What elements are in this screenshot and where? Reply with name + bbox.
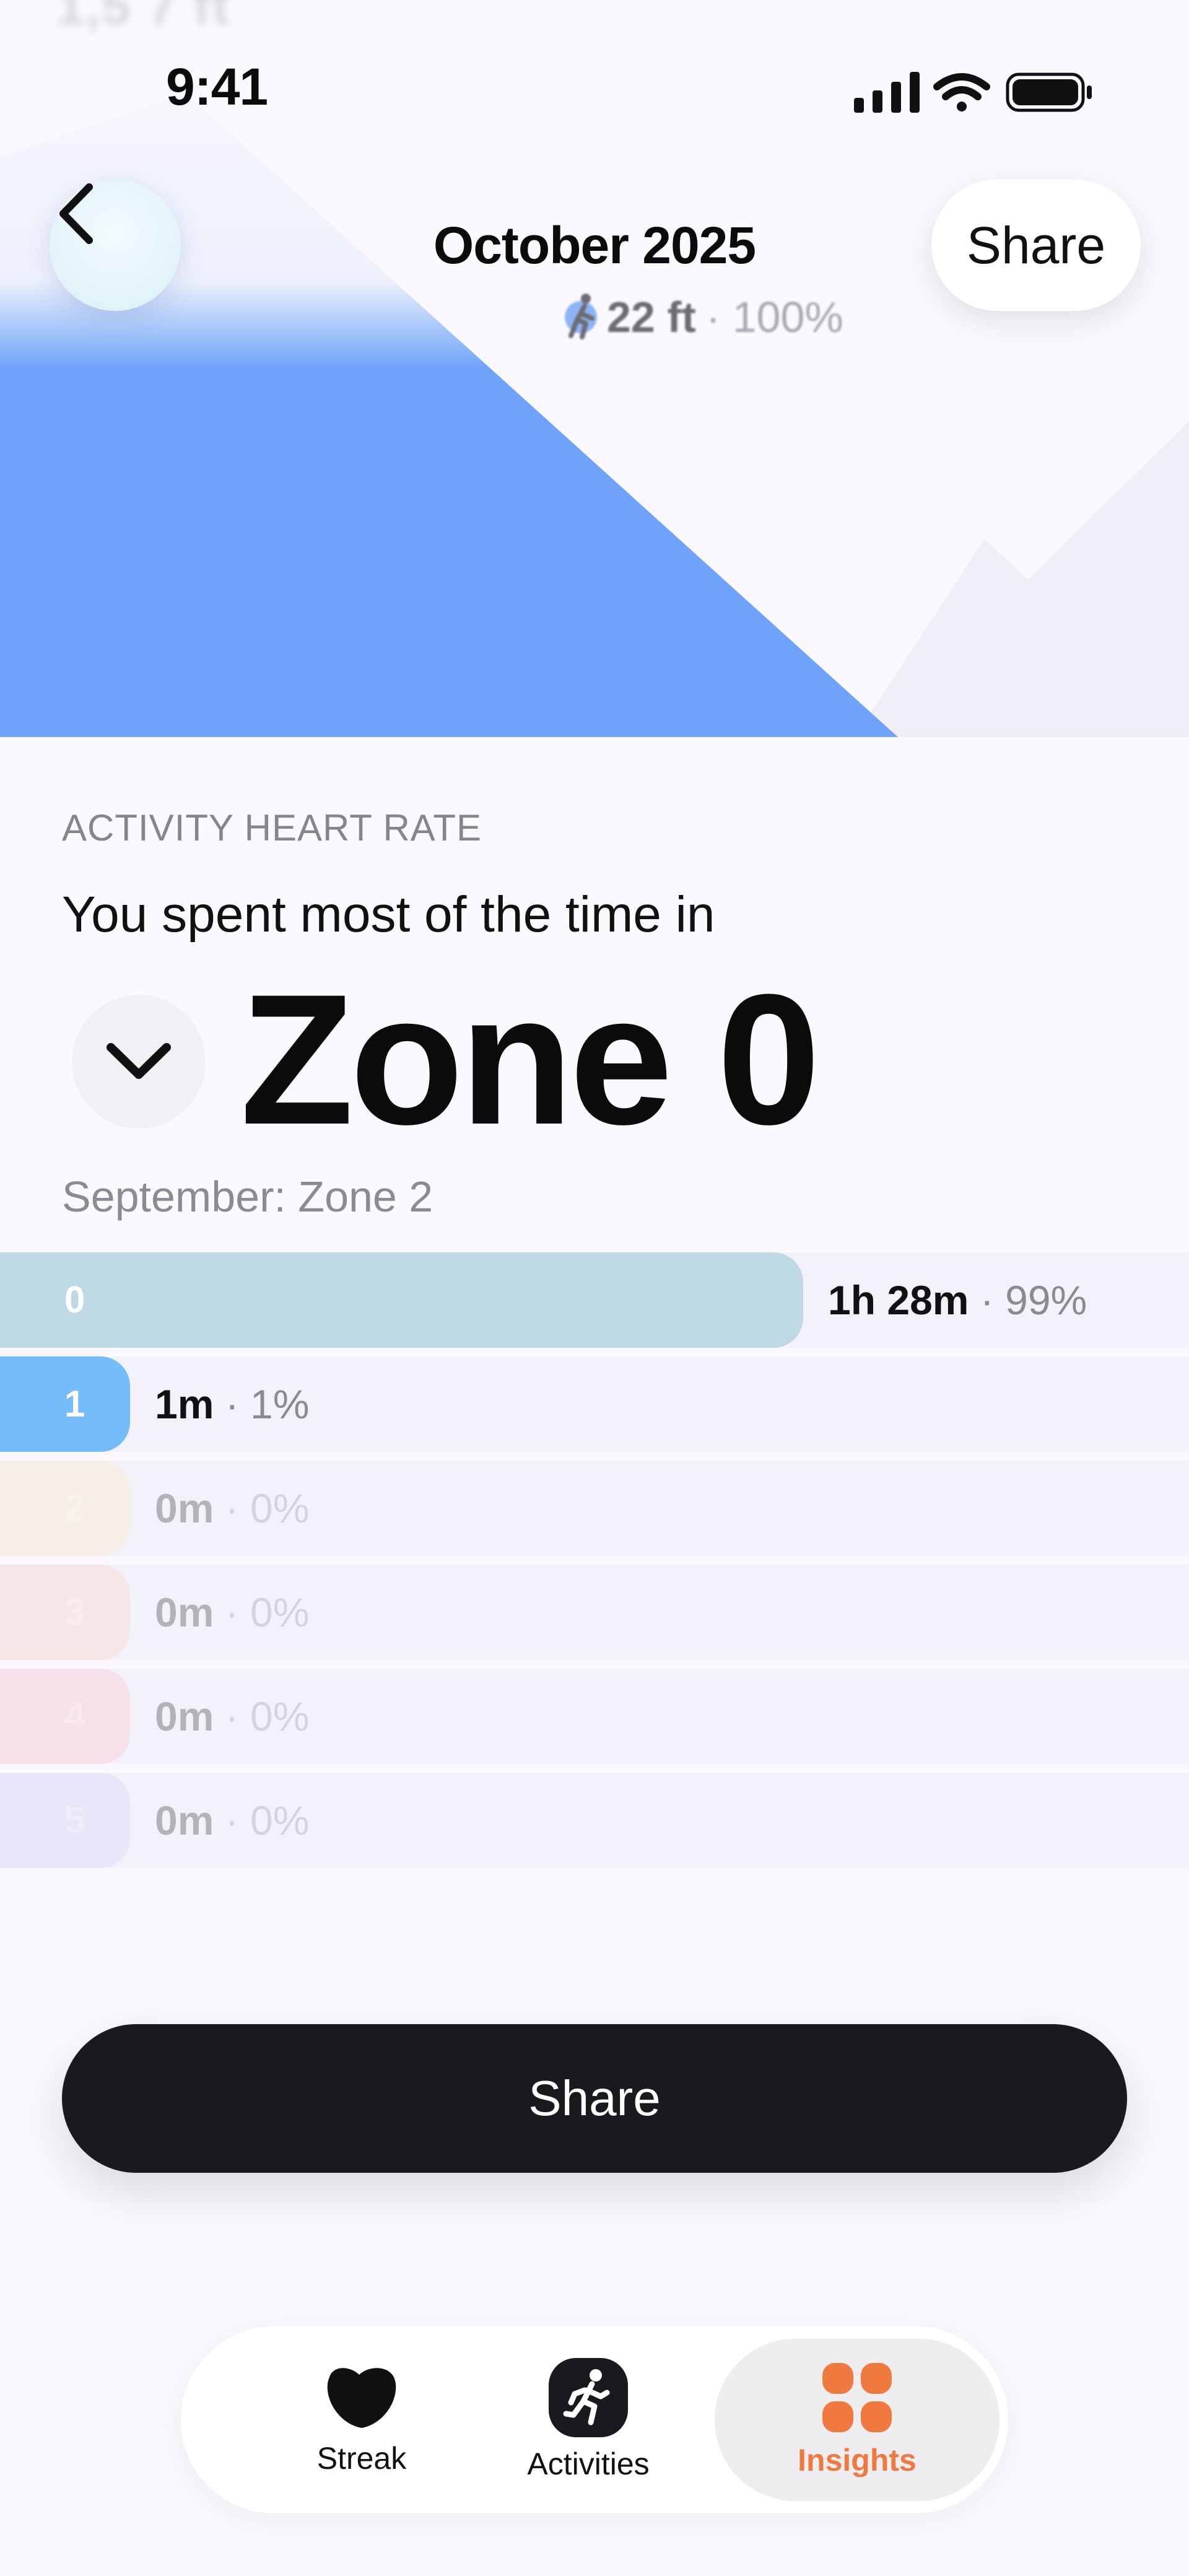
status-bar: 9:41 [0,0,1189,180]
zone-duration: 0m · 0% [155,1460,309,1556]
hero-banner: 1,5 7 ft 9:41 October 2025 Share 22 ft ·… [0,0,1189,737]
zone-percent: · 0% [225,1589,310,1635]
share-button[interactable]: Share [62,2024,1127,2173]
zone-duration-value: 0m [155,1693,214,1739]
zone-duration: 1m · 1% [155,1356,309,1452]
zone-row-4: 4 0m · 0% [0,1669,1189,1764]
zone-percent: · 0% [225,1797,310,1843]
zone-expand-button[interactable] [72,995,206,1129]
chevron-down-icon [107,1043,171,1079]
tab-activities[interactable]: Activities [495,2326,681,2513]
tab-bar: Streak Activities Insights [181,2326,1008,2513]
cellular-signal-icon [854,72,920,113]
zone-number: 3 [64,1591,85,1633]
zone-number: 0 [64,1279,85,1321]
tab-label: Insights [798,2443,917,2478]
zone-row-0: 0 1h 28m · 99% [0,1252,1189,1348]
previous-month-zone: September: Zone 2 [62,1172,433,1221]
zone-row-3: 3 0m · 0% [0,1565,1189,1660]
zone-number: 5 [64,1799,85,1841]
zone-duration-value: 0m [155,1797,214,1843]
zone-number: 2 [64,1487,85,1529]
wifi-icon [933,73,990,111]
zone-headline: Zone 0 [240,955,821,1163]
share-header-button[interactable]: Share [931,180,1141,311]
tab-label: Streak [316,2441,407,2476]
tab-label: Activities [527,2447,650,2481]
zone-duration: 0m · 0% [155,1669,309,1764]
zone-duration: 0m · 0% [155,1773,309,1868]
insights-grid-icon [822,2363,892,2432]
zone-percent: · 0% [225,1485,310,1531]
zone-percent: · 1% [225,1381,310,1427]
section-label: ACTIVITY HEART RATE [62,807,482,849]
zone-number: 4 [64,1695,85,1737]
zone-duration-value: 0m [155,1485,214,1531]
zone-percent: · 99% [980,1277,1087,1323]
zone-duration-value: 0m [155,1589,214,1635]
tab-insights[interactable]: Insights [715,2339,1000,2501]
zone-duration-value: 1m [155,1381,214,1427]
zone-percent: · 0% [225,1693,310,1739]
zone-duration-value: 1h 28m [828,1277,969,1323]
zone-row-5: 5 0m · 0% [0,1773,1189,1868]
status-time: 9:41 [166,58,268,116]
streak-icon [327,2368,396,2428]
zone-bar-0 [0,1252,803,1348]
summary-distance: 22 ft [607,293,696,341]
battery-icon [1006,72,1092,112]
insight-lead: You spent most of the time in [62,886,715,943]
zone-row-1: 1 1m · 1% [0,1356,1189,1452]
tab-streak[interactable]: Streak [256,2326,467,2513]
zone-duration: 0m · 0% [155,1565,309,1660]
running-icon [549,2358,628,2437]
zone-row-2: 2 0m · 0% [0,1460,1189,1556]
walking-icon [568,294,594,339]
zone-number: 1 [64,1383,85,1425]
header-summary: 22 ft · 100% [565,292,843,342]
zone-duration: 1h 28m · 99% [828,1252,1087,1348]
summary-percent: · 100% [705,293,843,341]
